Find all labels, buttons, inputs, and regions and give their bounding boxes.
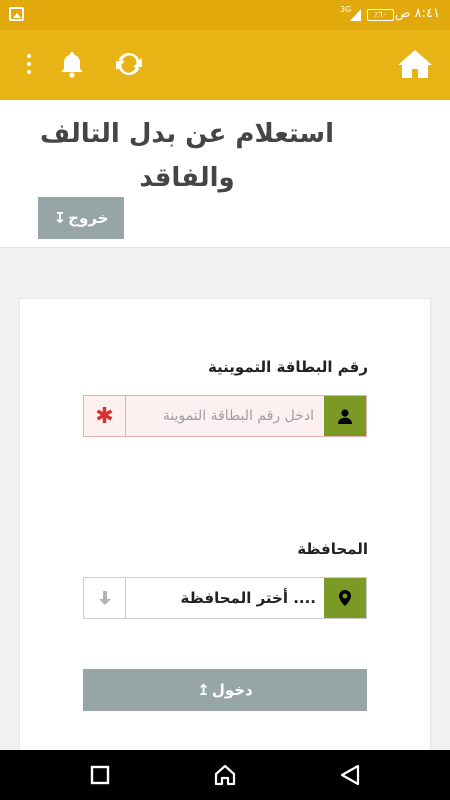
status-bar: 3G ٪٦٠ ٨:٤١ ص (0, 0, 450, 30)
map-marker-icon (324, 578, 366, 618)
more-vertical-icon[interactable] (10, 45, 48, 83)
app-toolbar (0, 30, 450, 100)
user-icon (324, 396, 366, 436)
logout-button[interactable]: خروج ↧ (38, 197, 124, 239)
nav-home-icon[interactable] (213, 763, 237, 787)
page-title: استعلام عن بدل التالف والفاقد (0, 112, 450, 200)
arrow-down-icon[interactable] (84, 578, 126, 618)
governorate-selected[interactable]: .... أختر المحافظة (126, 578, 326, 618)
card-number-label: رقم البطاقة التموينية (207, 358, 368, 376)
signal-icon (350, 9, 361, 21)
page-title-line2: والفاقد (139, 163, 235, 193)
battery-icon: ٪٦٠ (367, 9, 394, 21)
sync-icon[interactable] (110, 45, 148, 83)
logout-arrow-icon: ↧ (53, 209, 67, 227)
bell-icon[interactable] (53, 45, 91, 83)
header-section: استعلام عن بدل التالف والفاقد خروج ↧ (0, 100, 450, 248)
login-arrow-icon: ↥ (197, 681, 210, 699)
governorate-label: المحافظة (297, 540, 368, 558)
logout-label: خروج (68, 209, 109, 227)
image-icon (9, 7, 24, 21)
card-number-field: ✱ (83, 395, 367, 437)
recents-icon[interactable] (88, 763, 112, 787)
clock: ٨:٤١ ص (394, 6, 440, 21)
battery-level: ٪٦٠ (374, 10, 387, 19)
system-nav-bar (0, 750, 450, 800)
card-number-input[interactable] (126, 396, 326, 436)
home-icon[interactable] (396, 45, 434, 83)
login-label: دخول (211, 681, 253, 699)
login-button[interactable]: دخول ↥ (83, 669, 367, 711)
page-title-line1: استعلام عن بدل التالف (40, 119, 334, 149)
governorate-select[interactable]: .... أختر المحافظة (83, 577, 367, 619)
required-icon: ✱ (84, 396, 126, 436)
back-icon[interactable] (338, 763, 362, 787)
